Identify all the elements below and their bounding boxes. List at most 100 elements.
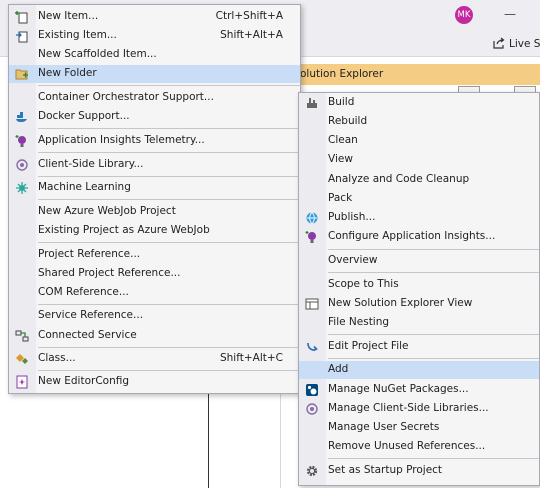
menu-item-label: Overview (328, 254, 378, 266)
class-icon (15, 352, 29, 366)
user-avatar[interactable]: MK (455, 6, 473, 24)
menu-separator (328, 249, 539, 250)
menu-item-machine-learning[interactable]: Machine Learning (9, 179, 300, 197)
menu-item-label: Edit Project File (328, 340, 409, 352)
library-icon (305, 402, 319, 416)
menu-item-label: Publish... (328, 211, 376, 223)
solution-explorer-title: olution Explorer (300, 68, 384, 80)
menu-item-manage-client-side-libraries[interactable]: Manage Client-Side Libraries... (299, 400, 539, 418)
live-share-label: Live Sh (509, 38, 540, 50)
menu-item-existing-item[interactable]: Existing Item... Shift+Alt+A (9, 27, 300, 45)
menu-item-container-orchestrator-support[interactable]: Container Orchestrator Support... (9, 89, 300, 107)
app-insights-icon (15, 134, 29, 148)
menu-item-build[interactable]: Build (299, 94, 539, 112)
menu-item-label: New Scaffolded Item... (38, 48, 157, 60)
menu-separator (38, 347, 300, 348)
menu-item-service-reference[interactable]: Service Reference... (9, 307, 300, 325)
menu-item-view[interactable]: View (299, 151, 539, 169)
menu-separator (38, 304, 300, 305)
menu-item-connected-service[interactable]: Connected Service (9, 327, 300, 345)
menu-item-label: Existing Item... (38, 29, 117, 41)
menu-item-existing-project-as-azure-webjob[interactable]: Existing Project as Azure WebJob (9, 222, 300, 240)
menu-item-label: New EditorConfig (38, 375, 130, 387)
menu-item-application-insights-telemetry[interactable]: Application Insights Telemetry... (9, 132, 300, 150)
menu-item-label: Machine Learning (38, 181, 131, 193)
menu-item-label: Remove Unused References... (328, 440, 486, 452)
menu-item-new-solution-explorer-view[interactable]: New Solution Explorer View (299, 295, 539, 313)
minimize-button[interactable]: — (503, 7, 517, 21)
menu-item-add[interactable]: Add (299, 361, 539, 379)
menu-item-label: Docker Support... (38, 110, 130, 122)
menu-separator (328, 334, 539, 335)
menu-item-configure-application-insights[interactable]: Configure Application Insights... (299, 228, 539, 246)
edit-project-icon (305, 340, 319, 354)
menu-item-client-side-library[interactable]: Client-Side Library... (9, 156, 300, 174)
docker-icon (15, 110, 29, 124)
menu-item-project-reference[interactable]: Project Reference... (9, 246, 300, 264)
menu-item-label: COM Reference... (38, 286, 129, 298)
build-icon (305, 96, 319, 110)
menu-item-analyze-and-code-cleanup[interactable]: Analyze and Code Cleanup (299, 171, 539, 189)
menu-item-scope-to-this[interactable]: Scope to This (299, 276, 539, 294)
menu-item-label: New Folder (38, 67, 97, 79)
menu-item-label: Manage User Secrets (328, 421, 440, 433)
menu-item-rebuild[interactable]: Rebuild (299, 113, 539, 131)
menu-item-clean[interactable]: Clean (299, 132, 539, 150)
menu-item-class[interactable]: Class... Shift+Alt+C (9, 350, 300, 368)
menu-item-manage-user-secrets[interactable]: Manage User Secrets (299, 419, 539, 437)
menu-item-docker-support[interactable]: Docker Support... (9, 108, 300, 126)
menu-item-label: Set as Startup Project (328, 464, 443, 476)
menu-item-label: New Item... (38, 10, 99, 22)
menu-item-label: Rebuild (328, 115, 368, 127)
editorconfig-icon (15, 375, 29, 389)
menu-item-shared-project-reference[interactable]: Shared Project Reference... (9, 265, 300, 283)
menu-item-label: Clean (328, 134, 358, 146)
library-icon (15, 158, 29, 172)
gear-icon (305, 464, 319, 478)
menu-item-publish[interactable]: Publish... (299, 209, 539, 227)
menu-separator (38, 176, 300, 177)
menu-separator (328, 358, 539, 359)
menu-separator (328, 458, 539, 459)
menu-item-label: Manage NuGet Packages... (328, 383, 469, 395)
app-insights-icon (305, 230, 319, 244)
menu-item-label: Analyze and Code Cleanup (328, 173, 470, 185)
menu-item-label: Pack (328, 192, 353, 204)
folder-icon (15, 67, 29, 81)
menu-item-new-azure-webjob-project[interactable]: New Azure WebJob Project (9, 203, 300, 221)
menu-item-manage-nuget-packages[interactable]: Manage NuGet Packages... (299, 381, 539, 399)
menu-item-label: Build (328, 96, 355, 108)
menu-item-label: Connected Service (38, 329, 137, 341)
menu-item-file-nesting[interactable]: File Nesting (299, 314, 539, 332)
connected-service-icon (15, 329, 29, 343)
menu-item-shortcut: Shift+Alt+C (219, 352, 283, 364)
menu-item-pack[interactable]: Pack (299, 190, 539, 208)
live-share-icon (493, 37, 505, 52)
machine-learning-icon (15, 181, 29, 195)
menu-item-com-reference[interactable]: COM Reference... (9, 284, 300, 302)
new-view-icon (305, 297, 319, 311)
menu-separator (38, 370, 300, 371)
nuget-icon (305, 383, 319, 397)
menu-separator (38, 152, 300, 153)
menu-item-new-folder[interactable]: New Folder (9, 65, 300, 83)
menu-item-label: Application Insights Telemetry... (38, 134, 205, 146)
menu-item-new-editorconfig[interactable]: New EditorConfig (9, 373, 300, 391)
menu-item-label: Manage Client-Side Libraries... (328, 402, 489, 414)
menu-separator (38, 199, 300, 200)
menu-item-shortcut: Shift+Alt+A (220, 29, 283, 41)
menu-item-edit-project-file[interactable]: Edit Project File (299, 338, 539, 356)
menu-item-remove-unused-references[interactable]: Remove Unused References... (299, 438, 539, 456)
menu-item-label: Configure Application Insights... (328, 230, 496, 242)
editor-divider (208, 392, 209, 488)
menu-item-new-scaffolded-item[interactable]: New Scaffolded Item... (9, 46, 300, 64)
menu-item-overview[interactable]: Overview (299, 252, 539, 270)
menu-separator (38, 242, 300, 243)
live-share-button[interactable]: Live Sh (493, 36, 540, 52)
menu-item-new-item[interactable]: New Item... Ctrl+Shift+A (9, 8, 300, 26)
menu-item-label: Scope to This (328, 278, 399, 290)
menu-item-label: Shared Project Reference... (38, 267, 181, 279)
menu-item-set-as-startup-project[interactable]: Set as Startup Project (299, 462, 539, 480)
menu-item-label: Client-Side Library... (38, 158, 144, 170)
menu-separator (38, 128, 300, 129)
